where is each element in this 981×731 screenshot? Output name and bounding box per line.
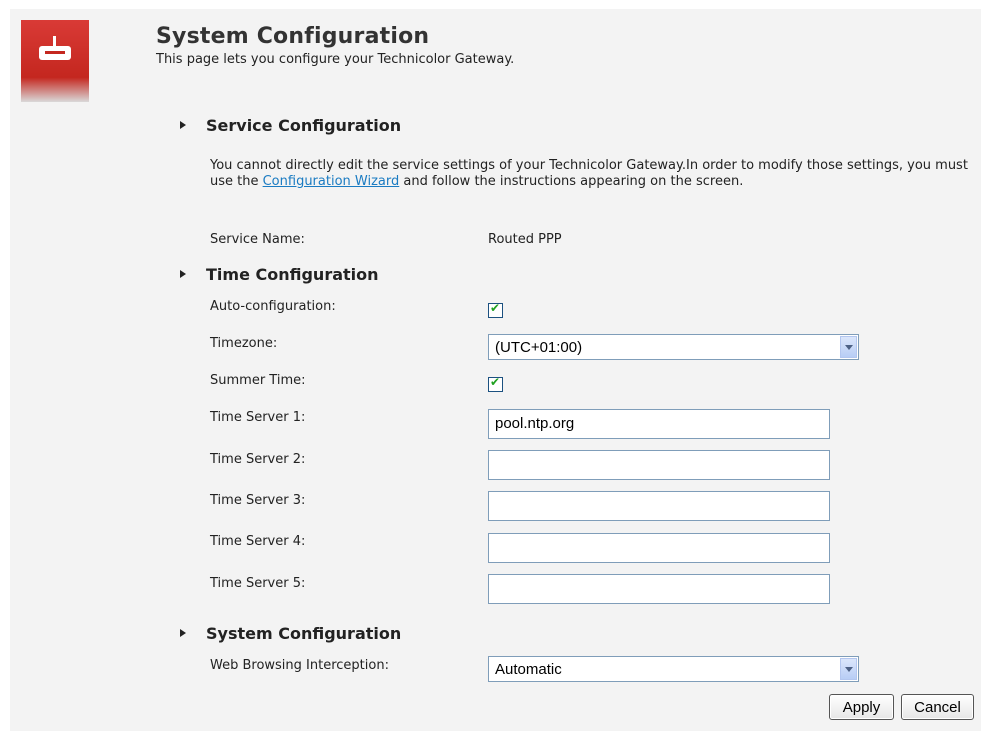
service-configuration-heading[interactable]: Service Configuration <box>180 116 401 135</box>
system-configuration-heading[interactable]: System Configuration <box>180 624 401 643</box>
chevron-down-icon[interactable] <box>840 336 857 358</box>
time-server-2-label: Time Server 2: <box>210 452 306 467</box>
timezone-label: Timezone: <box>210 336 278 351</box>
expand-arrow-icon <box>180 628 186 637</box>
logo <box>21 20 89 102</box>
time-server-5-input[interactable] <box>488 574 830 604</box>
time-server-3-label: Time Server 3: <box>210 493 306 508</box>
summer-time-label: Summer Time: <box>210 373 306 388</box>
expand-arrow-icon <box>180 269 186 278</box>
system-heading-label: System Configuration <box>206 624 402 643</box>
time-configuration-heading[interactable]: Time Configuration <box>180 265 379 284</box>
chevron-down-icon[interactable] <box>840 658 857 680</box>
summer-time-checkbox[interactable]: ✔ <box>488 375 503 392</box>
page-subtitle: This page lets you configure your Techni… <box>156 52 515 67</box>
content-panel <box>10 9 981 731</box>
time-server-2-input[interactable] <box>488 450 830 480</box>
service-description-text-2: and follow the instructions appearing on… <box>399 174 744 189</box>
checkmark-icon: ✔ <box>490 375 501 389</box>
time-server-5-label: Time Server 5: <box>210 576 306 591</box>
timezone-select[interactable]: (UTC+01:00) <box>488 334 859 360</box>
time-server-4-input[interactable] <box>488 533 830 563</box>
timezone-selected-value: (UTC+01:00) <box>495 339 583 356</box>
time-server-1-input[interactable]: pool.ntp.org <box>488 409 830 439</box>
time-server-3-input[interactable] <box>488 491 830 521</box>
time-server-4-label: Time Server 4: <box>210 534 306 549</box>
web-interception-selected-value: Automatic <box>495 661 562 678</box>
page-title: System Configuration <box>156 24 430 49</box>
time-heading-label: Time Configuration <box>206 265 379 284</box>
configuration-wizard-link[interactable]: Configuration Wizard <box>263 174 400 189</box>
service-name-label: Service Name: <box>210 232 305 247</box>
cancel-button[interactable]: Cancel <box>901 694 974 720</box>
web-browsing-interception-label: Web Browsing Interception: <box>210 658 389 673</box>
time-server-1-label: Time Server 1: <box>210 410 306 425</box>
auto-configuration-label: Auto-configuration: <box>210 299 336 314</box>
apply-button[interactable]: Apply <box>829 694 894 720</box>
auto-configuration-checkbox[interactable]: ✔ <box>488 301 503 318</box>
service-heading-label: Service Configuration <box>206 116 402 135</box>
checkmark-icon: ✔ <box>490 301 501 315</box>
service-description: You cannot directly edit the service set… <box>210 158 980 190</box>
web-browsing-interception-select[interactable]: Automatic <box>488 656 859 682</box>
gateway-router-icon <box>37 34 73 74</box>
expand-arrow-icon <box>180 120 186 129</box>
service-name-value: Routed PPP <box>488 232 562 247</box>
